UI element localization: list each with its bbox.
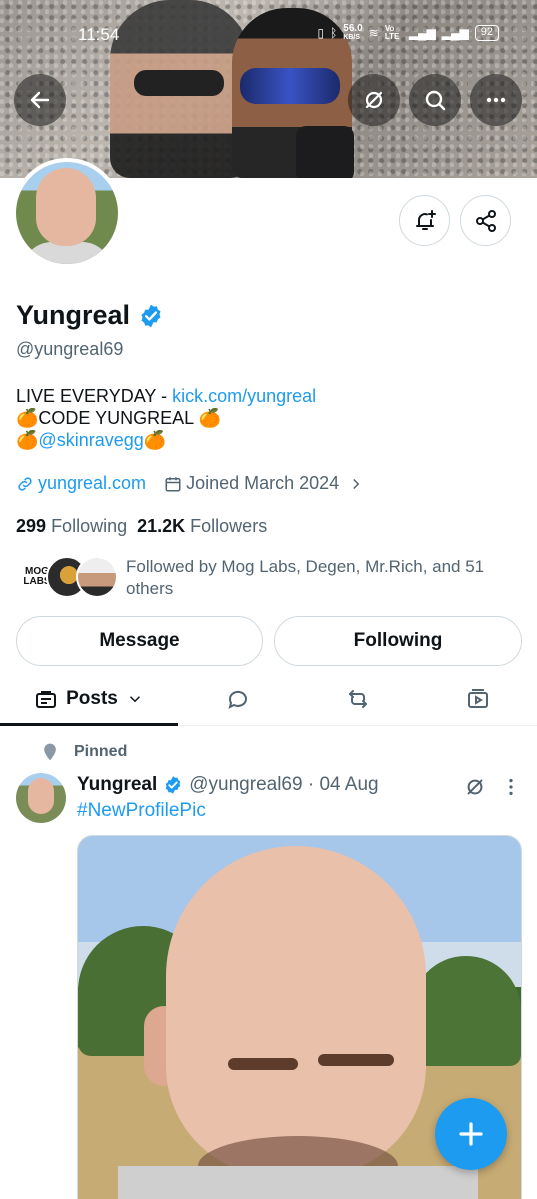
banner-phone [296,126,354,178]
profile-handle: @yungreal69 [16,339,124,359]
bell-plus-icon [415,209,436,230]
follow-counts: 299 Following 21.2K Followers [16,516,267,537]
joined-date[interactable]: Joined March 2024 [164,473,365,494]
bio-mention-link[interactable]: @skinravegg [38,430,143,450]
profile-bio: LIVE EVERYDAY - kick.com/yungreal 🍊CODE … [16,385,316,451]
media-icon [468,689,488,708]
reply-icon [228,690,247,709]
avatar-image [16,162,118,264]
profile-meta: yungreal.com Joined March 2024 [16,473,365,494]
banner-sunglasses-right [240,68,340,104]
verified-badge-icon [163,775,183,795]
battery-indicator: 92 [474,25,499,41]
wifi-icon: ≋ [368,26,379,40]
arrow-left-icon [30,91,50,109]
signal-icon-2: ▂▄▆ [441,26,469,40]
tab-reposts[interactable] [328,672,388,726]
plus-icon [459,1122,483,1146]
following-button[interactable]: Following [274,616,522,666]
followers-count[interactable]: 21.2K Followers [137,516,267,537]
bio-kick-link[interactable]: kick.com/yungreal [172,386,316,406]
share-icon [475,209,496,232]
name-row: Yungreal [16,300,164,331]
volte-label: Vo LTE [384,24,400,41]
grok-icon [365,91,383,109]
active-tab-indicator [0,723,178,726]
profile-tabs: Posts [0,672,537,726]
post-header: Yungreal @yungreal69 · 04 Aug [77,774,379,796]
tab-posts[interactable]: Posts [0,672,178,726]
chevron-down-icon [129,696,140,703]
tab-replies[interactable] [208,672,268,726]
post-author-name[interactable]: Yungreal [77,774,157,796]
calendar-icon [165,476,181,491]
bluetooth-icon: ᛒ [330,26,338,40]
followed-by-text: Followed by Mog Labs, Degen, Mr.Rich, an… [126,557,485,598]
network-speed: 56.0 KB/S [343,23,363,42]
search-button[interactable] [409,74,461,126]
post-meta: @yungreal69 · 04 Aug [189,774,379,795]
profile-avatar[interactable] [12,158,122,268]
search-icon [425,90,446,111]
more-horizontal-icon [486,97,506,103]
pin-icon [44,743,56,761]
more-options-button[interactable] [470,74,522,126]
tab-media[interactable] [448,672,508,726]
signal-icon-1: ▂▄▆ [408,26,436,40]
pinned-indicator: Pinned [40,742,127,762]
back-button[interactable] [14,74,66,126]
banner-sunglasses-left [134,70,224,96]
following-count[interactable]: 299 Following [16,516,127,537]
followed-by-section[interactable]: MOG LABS Followed by Mog Labs, Degen, Mr… [16,556,506,600]
vibrate-icon: ▯ [317,26,325,40]
link-icon [18,476,32,491]
chevron-right-icon [353,478,360,489]
profile-name: Yungreal [16,300,131,330]
more-vertical-icon[interactable] [500,776,522,798]
verified-badge-icon [138,303,164,329]
website-link[interactable]: yungreal.com [38,473,146,494]
post-author-avatar[interactable] [16,773,66,823]
share-button[interactable] [460,195,511,246]
notifications-button[interactable] [399,195,450,246]
message-button[interactable]: Message [16,616,263,666]
follower-avatars: MOG LABS [16,556,118,598]
status-icons: ▯ ᛒ 56.0 KB/S ≋ Vo LTE ▂▄▆ ▂▄▆ 92 [317,24,499,42]
bio-line-3: 🍊@skinravegg🍊 [16,430,167,450]
bio-line-1: LIVE EVERYDAY - kick.com/yungreal [16,386,317,406]
repost-icon [349,690,367,708]
post-hashtag[interactable]: #NewProfilePic [77,800,206,822]
grok-icon[interactable] [464,776,486,798]
status-time: 11:54 [78,25,120,44]
compose-button[interactable] [435,1098,507,1170]
website[interactable]: yungreal.com [16,473,146,494]
bio-line-2: 🍊CODE YUNGREAL 🍊 [16,408,221,428]
posts-icon [36,691,57,708]
mr-rich-avatar [76,556,118,598]
status-bar: 11:54 ▯ ᛒ 56.0 KB/S ≋ Vo LTE ▂▄▆ ▂▄▆ 92 [0,0,537,64]
grok-button[interactable] [348,74,400,126]
